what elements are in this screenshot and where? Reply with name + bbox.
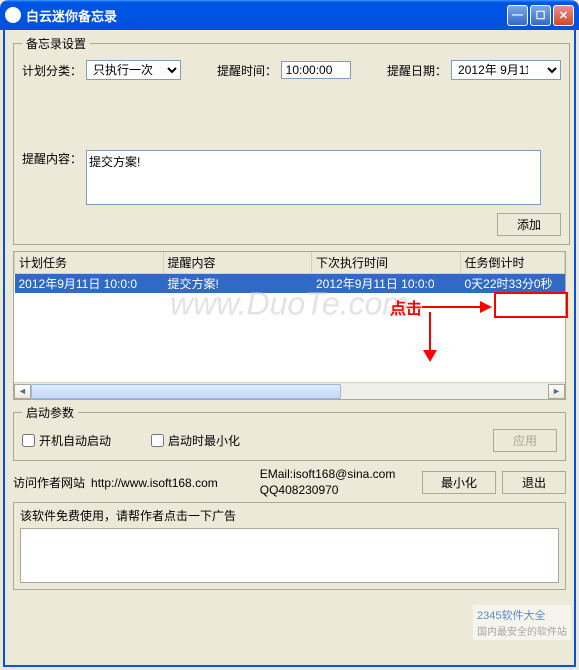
- client-area: 备忘录设置 计划分类： 只执行一次 提醒时间： 提醒日期： 2012年 9月11…: [3, 30, 576, 667]
- col-countdown[interactable]: 任务倒计时: [460, 252, 565, 274]
- table-row[interactable]: 2012年9月11日 10:0:0 提交方案! 2012年9月11日 10:0:…: [15, 274, 565, 294]
- col-task[interactable]: 计划任务: [15, 252, 164, 274]
- add-button[interactable]: 添加: [497, 213, 561, 236]
- ad-group: 该软件免费使用，请帮作者点击一下广告: [13, 502, 566, 590]
- apply-button[interactable]: 应用: [493, 429, 557, 452]
- email-label: EMail:isoft168@sina.com: [260, 467, 396, 483]
- site-watermark: 2345软件大全 国内最安全的软件站: [473, 605, 571, 640]
- task-table-area: 计划任务 提醒内容 下次执行时间 任务倒计时 2012年9月11日 10:0:0…: [13, 251, 566, 400]
- hscrollbar[interactable]: ◄ ►: [14, 382, 565, 399]
- close-icon[interactable]: ✕: [553, 5, 574, 26]
- qq-label: QQ408230970: [260, 483, 396, 499]
- scroll-left-icon[interactable]: ◄: [14, 384, 31, 399]
- exit-button[interactable]: 退出: [502, 471, 566, 494]
- app-icon: [5, 7, 21, 23]
- time-input[interactable]: [281, 61, 351, 79]
- minimize-button[interactable]: 最小化: [422, 471, 496, 494]
- scroll-right-icon[interactable]: ►: [548, 384, 565, 399]
- links-row: 访问作者网站 http://www.isoft168.com EMail:iso…: [13, 467, 566, 498]
- site-url[interactable]: http://www.isoft168.com: [91, 476, 218, 490]
- settings-group: 备忘录设置 计划分类： 只执行一次 提醒时间： 提醒日期： 2012年 9月11…: [13, 35, 570, 245]
- startup-legend: 启动参数: [22, 404, 78, 421]
- col-content[interactable]: 提醒内容: [163, 252, 312, 274]
- titlebar[interactable]: 白云迷你备忘录 — ☐ ✕: [0, 0, 579, 30]
- site-label: 访问作者网站: [13, 474, 85, 491]
- ad-box[interactable]: [20, 528, 559, 583]
- content-textarea[interactable]: 提交方案!: [86, 150, 541, 205]
- settings-legend: 备忘录设置: [22, 35, 90, 52]
- startup-group: 启动参数 开机自动启动 启动时最小化 应用: [13, 404, 566, 461]
- content-label: 提醒内容：: [22, 150, 82, 167]
- autostart-checkbox[interactable]: 开机自动启动: [22, 432, 111, 449]
- task-table[interactable]: 计划任务 提醒内容 下次执行时间 任务倒计时 2012年9月11日 10:0:0…: [14, 252, 565, 293]
- plan-label: 计划分类：: [22, 62, 82, 79]
- date-select[interactable]: 2012年 9月11日: [451, 60, 561, 80]
- annotation-text: 点击: [390, 295, 422, 319]
- minimize-checkbox[interactable]: 启动时最小化: [151, 432, 240, 449]
- date-label: 提醒日期：: [387, 62, 447, 79]
- maximize-icon[interactable]: ☐: [530, 5, 551, 26]
- time-label: 提醒时间：: [217, 62, 277, 79]
- plan-select[interactable]: 只执行一次: [86, 60, 181, 80]
- window-title: 白云迷你备忘录: [26, 6, 507, 25]
- minimize-icon[interactable]: —: [507, 5, 528, 26]
- ad-label: 该软件免费使用，请帮作者点击一下广告: [20, 509, 236, 523]
- col-next[interactable]: 下次执行时间: [312, 252, 461, 274]
